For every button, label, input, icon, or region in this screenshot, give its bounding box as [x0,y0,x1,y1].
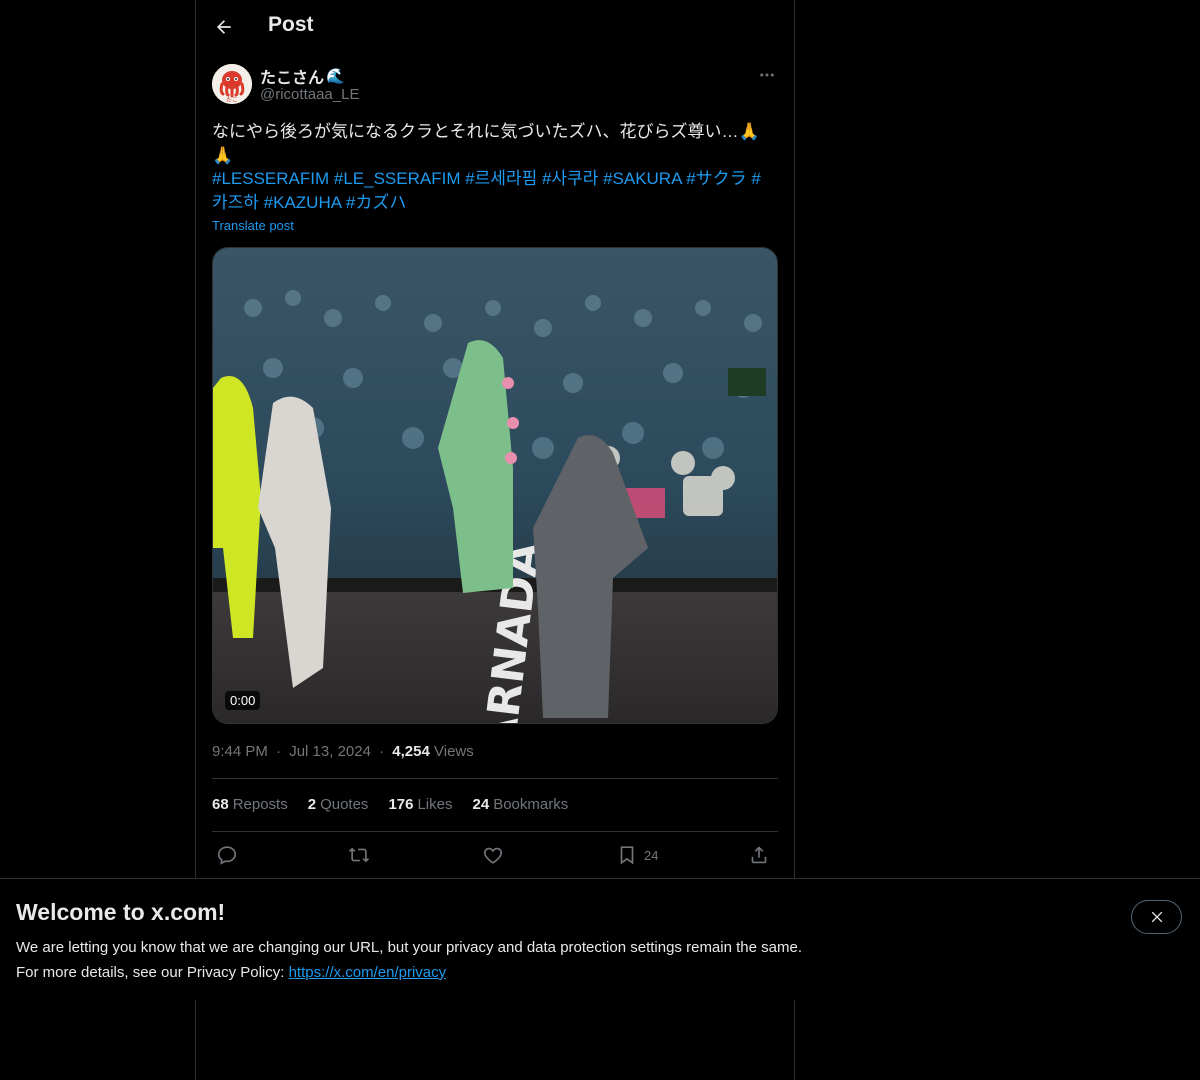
likes-label: Likes [417,796,453,813]
reposts-label: Reposts [232,796,288,813]
bookmarks-stat[interactable]: 24 Bookmarks [473,796,569,813]
views-label: Views [434,743,474,760]
wave-emoji: 🌊 [326,68,345,85]
hashtag-link[interactable]: #LE_SSERAFIM [334,169,465,188]
banner-line-prefix: For more details, see our Privacy Policy… [16,964,289,981]
video-duration: 0:00 [225,691,261,710]
avatar[interactable]: たこ [212,64,252,104]
close-banner-button[interactable] [1131,900,1182,934]
post-time[interactable]: 9:44 PM [212,743,268,760]
banner-line: For more details, see our Privacy Policy… [16,960,802,985]
meta-separator: · [379,743,385,760]
video-player[interactable]: FEARNADA 0:00 [212,247,778,724]
page-title: Post [268,13,314,36]
bookmark-count: 24 [644,847,659,863]
post-author: たこ たこさん 🌊 @ricottaaa_LE [212,64,778,108]
post-meta: 9:44 PM · Jul 13, 2024 · 4,254 Views [212,743,474,760]
quotes-stat[interactable]: 2 Quotes [308,796,369,813]
concert-video-frame: FEARNADA [213,248,777,723]
heart-icon [483,847,503,864]
post-stats: 68 Reposts 2 Quotes 176 Likes 24 Bookmarks [212,796,568,813]
user-handle[interactable]: @ricottaaa_LE [260,86,359,103]
repost-button[interactable] [348,842,370,868]
hashtag-link[interactable]: #사쿠라 [542,169,603,188]
bookmarks-count: 24 [472,796,490,813]
views-count: 4,254 [392,743,430,760]
hashtag-link[interactable]: #LESSERAFIM [212,169,334,188]
hashtag-link[interactable]: #르세라핌 [465,169,542,188]
svg-text:たこ: たこ [226,97,238,104]
translate-post-link[interactable]: Translate post [212,218,294,233]
hashtag-link[interactable]: #KAZUHA [264,193,346,212]
share-icon [751,846,767,864]
display-name[interactable]: たこさん 🌊 [260,64,345,88]
meta-separator: · [276,743,282,760]
quotes-count: 2 [307,796,317,813]
hashtag-link[interactable]: #カズハ [346,193,406,212]
close-icon [1151,911,1162,923]
bookmark-icon [620,846,634,865]
post-hashtags: #LESSERAFIM #LE_SSERAFIM #르세라핌 #사쿠라 #SAK… [212,167,772,215]
post-text: なにやら後ろが気になるクラとそれに気づいたズハ、花びらズ尊い…🙏🙏 [212,122,760,165]
likes-count: 176 [388,796,414,813]
display-name-text: たこさん [260,70,325,87]
banner-body: We are letting you know that we are chan… [16,935,802,985]
reposts-stat[interactable]: 68 Reposts [212,796,288,813]
hashtag-link[interactable]: #SAKURA [603,169,686,188]
divider [212,831,778,832]
back-button[interactable] [208,11,240,43]
banner-title: Welcome to x.com! [16,899,226,925]
repost-icon [348,847,370,863]
more-options-button[interactable] [756,64,778,86]
banner-line: We are letting you know that we are chan… [16,939,802,956]
divider [212,778,778,779]
post-date[interactable]: Jul 13, 2024 [289,743,371,760]
quotes-label: Quotes [320,796,369,813]
more-horizontal-icon [760,73,774,77]
like-button[interactable] [482,842,504,868]
url-change-banner: Welcome to x.com! We are letting you kno… [0,878,1200,1000]
privacy-policy-link[interactable]: https://x.com/en/privacy [289,964,447,981]
reply-icon [217,846,237,865]
reply-button[interactable] [216,842,238,868]
hashtag-link[interactable]: #サクラ [686,169,751,188]
arrow-left-icon [217,20,231,34]
share-button[interactable] [748,842,770,868]
octopus-avatar-icon: たこ [212,64,252,104]
likes-stat[interactable]: 176 Likes [388,796,452,813]
reposts-count: 68 [212,796,229,813]
post-actions: 24 [212,842,778,868]
bookmark-button[interactable]: 24 [616,842,658,868]
bookmarks-label: Bookmarks [493,796,569,813]
page-header: Post [196,0,794,54]
